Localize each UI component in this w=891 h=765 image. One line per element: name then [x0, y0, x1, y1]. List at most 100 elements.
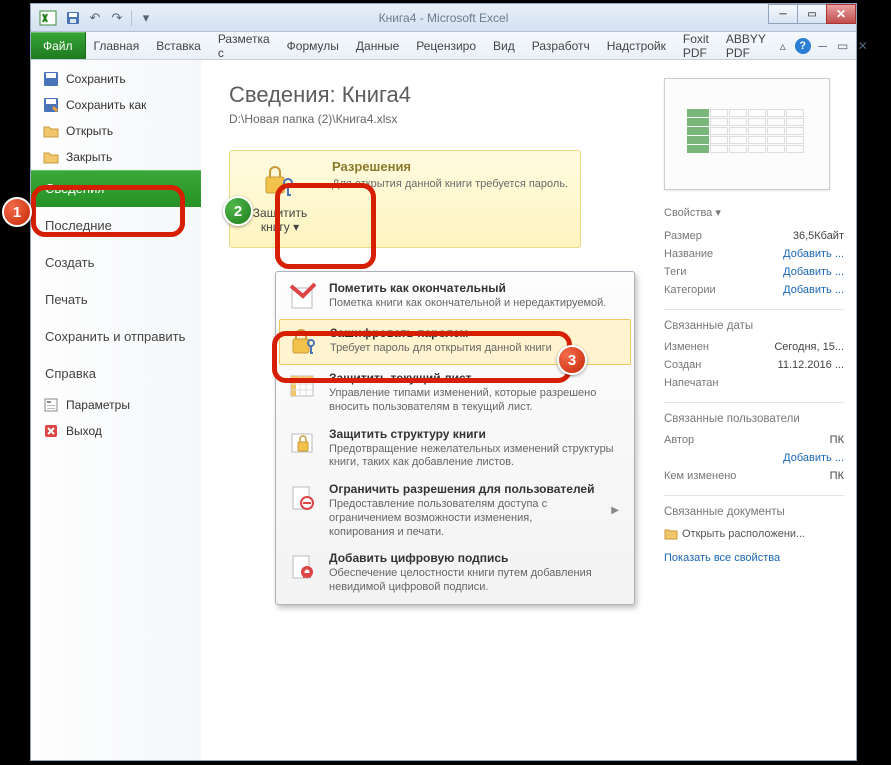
- nav-recent-label: Последние: [45, 218, 112, 233]
- qat-save-icon[interactable]: [63, 8, 83, 28]
- tab-view[interactable]: Вид: [485, 32, 524, 59]
- prop-cat-key: Категории: [664, 284, 716, 296]
- nav-print[interactable]: Печать: [31, 281, 201, 318]
- permissions-block: Защитить книгу ▾ Разрешения Для открытия…: [229, 150, 581, 248]
- menu-item-title: Зашифровать паролем: [330, 326, 622, 340]
- tab-review[interactable]: Рецензиро: [408, 32, 485, 59]
- menu-protect-structure[interactable]: Защитить структуру книгиПредотвращение н…: [279, 421, 631, 477]
- close-button[interactable]: ✕: [826, 4, 856, 24]
- prop-mod-val: Сегодня, 15...: [774, 341, 844, 353]
- nav-recent[interactable]: Последние: [31, 207, 201, 244]
- nav-new[interactable]: Создать: [31, 244, 201, 281]
- prop-size-key: Размер: [664, 230, 702, 242]
- prop-tags-val[interactable]: Добавить ...: [783, 266, 844, 278]
- quick-access-toolbar: ↶ ↷ ▾: [31, 8, 160, 28]
- prop-size-val: 36,5Кбайт: [793, 230, 844, 242]
- nav-help[interactable]: Справка: [31, 355, 201, 392]
- close-folder-icon: [43, 149, 59, 165]
- menu-item-desc: Управление типами изменений, которые раз…: [329, 387, 623, 415]
- nav-close[interactable]: Закрыть: [31, 144, 201, 170]
- prop-author-key: Автор: [664, 434, 694, 446]
- callout-2: 2: [223, 196, 253, 226]
- nav-new-label: Создать: [45, 255, 94, 270]
- nav-save-as[interactable]: Сохранить как: [31, 92, 201, 118]
- prop-changed-val: ПК: [830, 470, 844, 482]
- callout-3: 3: [557, 345, 587, 375]
- save-as-icon: [43, 97, 59, 113]
- tab-abbyy[interactable]: ABBYY PDF: [718, 32, 775, 59]
- nav-print-label: Печать: [45, 292, 88, 307]
- exit-icon: [43, 423, 59, 439]
- restrict-icon: [287, 482, 319, 514]
- mdi-close-icon[interactable]: ✕: [855, 38, 871, 54]
- nav-save-as-label: Сохранить как: [66, 98, 146, 112]
- ribbon-min-icon[interactable]: ▵: [775, 38, 791, 54]
- tab-home[interactable]: Главная: [86, 32, 149, 59]
- nav-save[interactable]: Сохранить: [31, 66, 201, 92]
- signature-icon: [287, 551, 319, 583]
- qat-dropdown-icon[interactable]: ▾: [136, 8, 156, 28]
- users-heading: Связанные пользователи: [664, 402, 844, 425]
- nav-share-label: Сохранить и отправить: [45, 329, 185, 344]
- qat-undo-icon[interactable]: ↶: [85, 8, 105, 28]
- tab-developer[interactable]: Разработч: [524, 32, 599, 59]
- nav-open-label: Открыть: [66, 124, 113, 138]
- menu-item-title: Защитить структуру книги: [329, 427, 623, 441]
- protect-structure-icon: [287, 427, 319, 459]
- nav-info[interactable]: Сведения: [31, 170, 201, 207]
- nav-options[interactable]: Параметры: [31, 392, 201, 418]
- prop-created-key: Создан: [664, 359, 701, 371]
- nav-exit[interactable]: Выход: [31, 418, 201, 444]
- properties-dropdown[interactable]: Свойства ▾: [664, 206, 844, 219]
- tab-foxit[interactable]: Foxit PDF: [675, 32, 718, 59]
- prop-cat-val[interactable]: Добавить ...: [783, 284, 844, 296]
- prop-title-val[interactable]: Добавить ...: [783, 248, 844, 260]
- tab-page-layout[interactable]: Разметка с: [210, 32, 279, 59]
- tab-insert[interactable]: Вставка: [148, 32, 210, 59]
- menu-mark-final[interactable]: Пометить как окончательный Пометка книги …: [279, 275, 631, 319]
- dates-heading: Связанные даты: [664, 309, 844, 332]
- show-all-props-link[interactable]: Показать все свойства: [664, 552, 844, 564]
- maximize-button[interactable]: ▭: [797, 4, 827, 24]
- menu-item-desc: Пометка книги как окончательной и нереда…: [329, 297, 623, 311]
- nav-info-label: Сведения: [45, 181, 104, 196]
- backstage-nav: Сохранить Сохранить как Открыть Закрыть …: [31, 60, 201, 760]
- prop-author-val: ПК: [830, 434, 844, 446]
- protect-menu: Пометить как окончательный Пометка книги …: [275, 271, 635, 605]
- mdi-restore-icon[interactable]: ▭: [835, 38, 851, 54]
- tab-data[interactable]: Данные: [348, 32, 408, 59]
- qat-redo-icon[interactable]: ↷: [107, 8, 127, 28]
- nav-close-label: Закрыть: [66, 150, 112, 164]
- menu-item-desc: Предоставление пользователям доступа с о…: [329, 498, 597, 539]
- permissions-desc: Для открытия данной книги требуется паро…: [332, 177, 570, 191]
- open-icon: [43, 123, 59, 139]
- minimize-button[interactable]: ─: [768, 4, 798, 24]
- add-author-link[interactable]: Добавить ...: [783, 452, 844, 464]
- prop-mod-key: Изменен: [664, 341, 709, 353]
- protect-sheet-icon: [287, 371, 319, 403]
- workbook-thumbnail[interactable]: [664, 78, 830, 190]
- tab-file[interactable]: Файл: [31, 32, 86, 59]
- encrypt-icon: [288, 326, 320, 358]
- prop-created-val: 11.12.2016 ...: [778, 359, 844, 371]
- nav-options-label: Параметры: [66, 398, 130, 412]
- open-location-link[interactable]: Открыть расположени...: [664, 524, 844, 544]
- nav-share[interactable]: Сохранить и отправить: [31, 318, 201, 355]
- permissions-title: Разрешения: [332, 159, 570, 174]
- folder-icon: [664, 527, 678, 541]
- mdi-min-icon[interactable]: ─: [815, 38, 831, 54]
- window-title: Книга4 - Microsoft Excel: [379, 11, 509, 25]
- mark-final-icon: [287, 281, 319, 313]
- ribbon-tabs: Файл Главная Вставка Разметка с Формулы …: [31, 32, 856, 60]
- menu-restrict-permissions[interactable]: Ограничить разрешения для пользователейП…: [279, 476, 631, 545]
- menu-digital-signature[interactable]: Добавить цифровую подписьОбеспечение цел…: [279, 545, 631, 601]
- menu-item-title: Пометить как окончательный: [329, 281, 623, 295]
- protect-workbook-button[interactable]: Защитить книгу ▾: [240, 159, 320, 239]
- help-icon[interactable]: ?: [795, 38, 811, 54]
- tab-formulas[interactable]: Формулы: [279, 32, 348, 59]
- excel-app-icon[interactable]: [39, 9, 57, 27]
- menu-item-desc: Обеспечение целостности книги путем доба…: [329, 567, 623, 595]
- window-controls: ─ ▭ ✕: [769, 4, 856, 24]
- tab-addins[interactable]: Надстройк: [599, 32, 675, 59]
- nav-open[interactable]: Открыть: [31, 118, 201, 144]
